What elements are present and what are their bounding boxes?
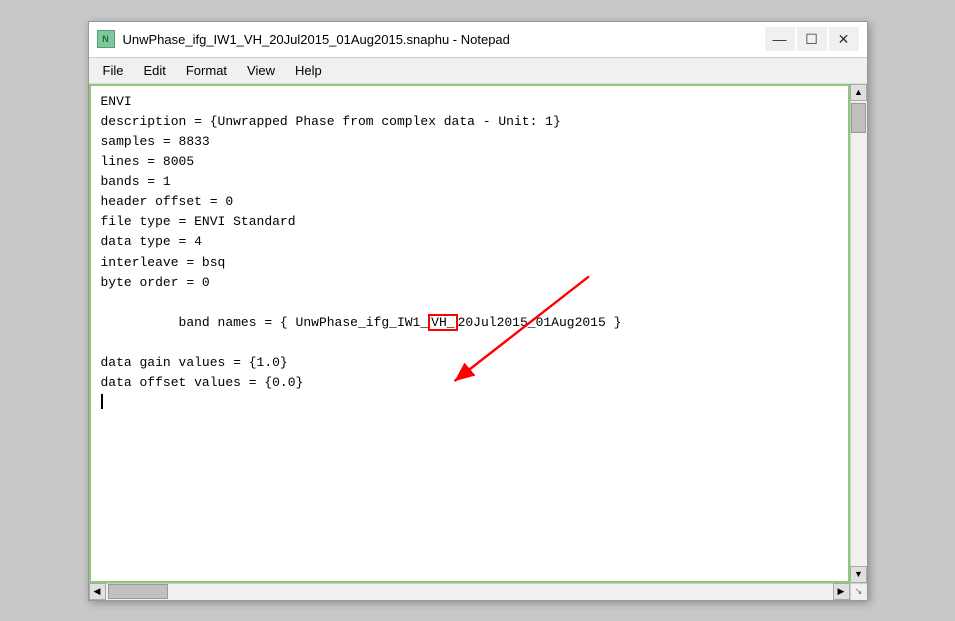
text-cursor (101, 394, 103, 409)
bottom-area: ◀ ▶ ↘ (89, 583, 867, 600)
line-5: bands = 1 (101, 172, 838, 192)
window-title: UnwPhase_ifg_IW1_VH_20Jul2015_01Aug2015.… (123, 32, 510, 47)
scroll-track-vertical[interactable] (851, 101, 867, 566)
scrollbar-corner: ↘ (850, 583, 867, 600)
line-12: data gain values = {1.0} (101, 353, 838, 373)
line-2: description = {Unwrapped Phase from comp… (101, 112, 838, 132)
minimize-button[interactable]: — (765, 27, 795, 51)
scroll-up-button[interactable]: ▲ (850, 84, 867, 101)
line-11: band names = { UnwPhase_ifg_IW1_VH_20Jul… (101, 293, 838, 353)
vertical-scrollbar[interactable]: ▲ ▼ (850, 84, 867, 583)
title-bar: N UnwPhase_ifg_IW1_VH_20Jul2015_01Aug201… (89, 22, 867, 58)
scroll-right-button[interactable]: ▶ (833, 583, 850, 600)
line-13: data offset values = {0.0} (101, 373, 838, 393)
window-controls: — ☐ ✕ (765, 27, 859, 51)
line-1: ENVI (101, 92, 838, 112)
close-button[interactable]: ✕ (829, 27, 859, 51)
title-left: N UnwPhase_ifg_IW1_VH_20Jul2015_01Aug201… (97, 30, 510, 48)
text-editor[interactable]: ENVI description = {Unwrapped Phase from… (89, 84, 850, 583)
line-4: lines = 8005 (101, 152, 838, 172)
menu-format[interactable]: Format (176, 61, 237, 80)
line-10: byte order = 0 (101, 273, 838, 293)
scroll-left-button[interactable]: ◀ (89, 583, 106, 600)
menu-file[interactable]: File (93, 61, 134, 80)
menu-bar: File Edit Format View Help (89, 58, 867, 84)
band-names-pre: band names = { UnwPhase_ifg_IW1_ (179, 315, 429, 330)
line-7: file type = ENVI Standard (101, 212, 838, 232)
menu-help[interactable]: Help (285, 61, 332, 80)
line-3: samples = 8833 (101, 132, 838, 152)
maximize-button[interactable]: ☐ (797, 27, 827, 51)
horizontal-scrollbar[interactable]: ◀ ▶ (89, 583, 850, 600)
menu-view[interactable]: View (237, 61, 285, 80)
notepad-window: N UnwPhase_ifg_IW1_VH_20Jul2015_01Aug201… (88, 21, 868, 601)
scroll-track-horizontal[interactable] (106, 584, 833, 600)
line-9: interleave = bsq (101, 253, 838, 273)
scroll-down-button[interactable]: ▼ (850, 566, 867, 583)
scroll-thumb-vertical[interactable] (851, 103, 866, 133)
scroll-thumb-horizontal[interactable] (108, 584, 168, 599)
editor-content: ENVI description = {Unwrapped Phase from… (101, 92, 838, 409)
band-names-post: 20Jul2015_01Aug2015 } (458, 315, 622, 330)
app-icon: N (97, 30, 115, 48)
highlighted-vh: VH_ (428, 314, 457, 331)
menu-edit[interactable]: Edit (133, 61, 175, 80)
line-6: header offset = 0 (101, 192, 838, 212)
cursor-line (101, 394, 838, 409)
line-8: data type = 4 (101, 232, 838, 252)
content-area: ENVI description = {Unwrapped Phase from… (89, 84, 867, 583)
